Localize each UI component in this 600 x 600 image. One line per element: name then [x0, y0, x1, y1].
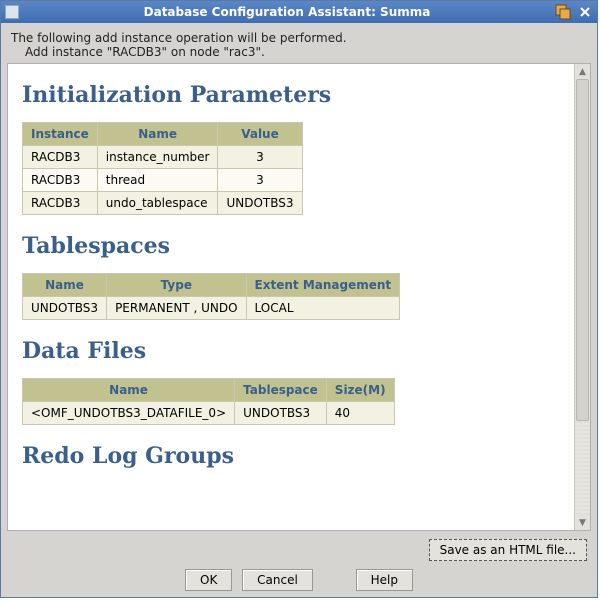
section-redo-log: Redo Log Groups — [22, 443, 560, 469]
window-title: Database Configuration Assistant: Summa — [25, 5, 549, 19]
col-name: Name — [97, 123, 218, 146]
section-init-params: Initialization Parameters — [22, 82, 560, 108]
col-value: Value — [218, 123, 302, 146]
scroll-up-icon[interactable]: ▲ — [575, 64, 590, 79]
save-html-button[interactable]: Save as an HTML file... — [429, 539, 587, 561]
close-button[interactable] — [577, 4, 593, 20]
client-area: The following add instance operation wil… — [1, 23, 597, 597]
table-header-row: Instance Name Value — [23, 123, 303, 146]
ok-button[interactable]: OK — [185, 569, 232, 591]
intro-line1: The following add instance operation wil… — [11, 31, 589, 45]
help-button[interactable]: Help — [356, 569, 413, 591]
col-df-name: Name — [23, 379, 235, 402]
col-ts-type: Type — [107, 274, 246, 297]
col-ts-extent: Extent Management — [246, 274, 400, 297]
col-instance: Instance — [23, 123, 98, 146]
summary-content: Initialization Parameters Instance Name … — [8, 64, 574, 530]
cancel-button[interactable]: Cancel — [242, 569, 313, 591]
scroll-thumb[interactable] — [576, 79, 589, 421]
table-header-row: Name Tablespace Size(M) — [23, 379, 395, 402]
dialog-window: Database Configuration Assistant: Summa … — [0, 0, 598, 598]
col-df-size: Size(M) — [326, 379, 394, 402]
scroll-down-icon[interactable]: ▼ — [575, 515, 590, 530]
table-row: <OMF_UNDOTBS3_DATAFILE_0> UNDOTBS3 40 — [23, 402, 395, 425]
tablespaces-table: Name Type Extent Management UNDOTBS3 PER… — [22, 273, 400, 320]
data-files-table: Name Tablespace Size(M) <OMF_UNDOTBS3_DA… — [22, 378, 395, 425]
overlap-windows-icon — [553, 3, 571, 21]
titlebar: Database Configuration Assistant: Summa — [1, 1, 597, 23]
footer: Save as an HTML file... OK Cancel Help — [1, 535, 597, 591]
table-row: RACDB3 undo_tablespace UNDOTBS3 — [23, 192, 303, 215]
col-ts-name: Name — [23, 274, 107, 297]
col-df-ts: Tablespace — [235, 379, 327, 402]
scroll-track[interactable] — [575, 79, 590, 515]
table-row: UNDOTBS3 PERMANENT , UNDO LOCAL — [23, 297, 400, 320]
table-row: RACDB3 instance_number 3 — [23, 146, 303, 169]
summary-panel: Initialization Parameters Instance Name … — [7, 63, 591, 531]
section-data-files: Data Files — [22, 338, 560, 364]
section-tablespaces: Tablespaces — [22, 233, 560, 259]
vertical-scrollbar[interactable]: ▲ ▼ — [574, 64, 590, 530]
window-icon — [5, 5, 19, 19]
intro-text: The following add instance operation wil… — [11, 31, 589, 59]
intro-line2: Add instance "RACDB3" on node "rac3". — [11, 45, 589, 59]
init-params-table: Instance Name Value RACDB3 instance_numb… — [22, 122, 303, 215]
table-header-row: Name Type Extent Management — [23, 274, 400, 297]
table-row: RACDB3 thread 3 — [23, 169, 303, 192]
